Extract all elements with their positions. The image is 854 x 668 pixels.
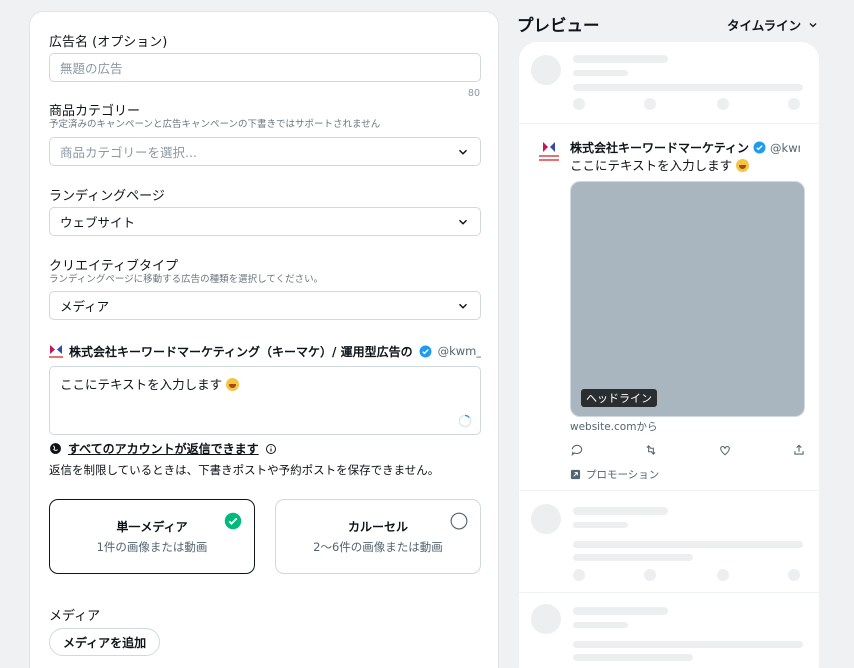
verified-badge-icon xyxy=(753,141,766,154)
account-logo xyxy=(49,343,63,359)
skeleton-line xyxy=(573,55,668,63)
single-media-desc: 1件の画像または動画 xyxy=(96,540,208,554)
carousel-option[interactable]: カルーセル 2〜6件の画像または動画 xyxy=(275,499,481,574)
add-media-button[interactable]: メディアを追加 xyxy=(49,628,161,656)
ad-form-panel: 広告名 (オプション) 無題の広告 80 商品カテゴリー 予定済みのキャンペーン… xyxy=(29,11,499,668)
skeleton-line xyxy=(573,84,803,91)
skeleton-line xyxy=(573,554,693,561)
skeleton-dot xyxy=(717,569,729,581)
media-label: メディア xyxy=(49,609,101,624)
tweet-handle: @kwm xyxy=(770,140,800,155)
skeleton-avatar xyxy=(531,604,561,634)
share-icon[interactable] xyxy=(792,443,806,457)
creative-select[interactable]: メディア xyxy=(49,291,481,320)
account-name: 株式会社キーワードマーケティング（キーマケ）/ 運用型広告の xyxy=(69,344,413,359)
info-icon[interactable] xyxy=(265,443,277,455)
retweet-icon[interactable] xyxy=(644,443,658,457)
promoted-icon xyxy=(570,469,581,480)
promotion-label: プロモーション xyxy=(570,467,659,482)
reply-setting-link[interactable]: すべてのアカウントが返信できます xyxy=(68,440,259,457)
reply-icon[interactable] xyxy=(570,443,584,457)
tweet-avatar-logo xyxy=(538,142,560,166)
tweet-actions xyxy=(570,443,806,457)
single-media-title: 単一メディア xyxy=(116,520,188,534)
chevron-down-icon xyxy=(458,303,468,309)
landing-label: ランディングページ xyxy=(49,189,165,204)
single-media-option[interactable]: 単一メディア 1件の画像または動画 xyxy=(49,499,255,574)
skeleton-line xyxy=(573,654,693,661)
tweet-text-value: ここにテキストを入力します xyxy=(60,377,223,392)
skeleton-line xyxy=(573,607,668,615)
ad-name-counter: 80 xyxy=(467,88,480,99)
carousel-desc: 2〜6件の画像または動画 xyxy=(313,540,443,554)
tweet-text: ここにテキストを入力します xyxy=(570,155,750,174)
ad-name-input[interactable]: 無題の広告 xyxy=(49,53,481,82)
smile-emoji-icon xyxy=(226,378,240,391)
skeleton-line xyxy=(573,70,628,76)
carousel-title: カルーセル xyxy=(347,520,408,534)
account-row: 株式会社キーワードマーケティング（キーマケ）/ 運用型広告の @kwm_co xyxy=(49,341,481,361)
char-count-ring-icon xyxy=(458,414,472,428)
divider xyxy=(519,490,819,491)
skeleton-dot xyxy=(788,569,800,581)
preview-view-value: タイムライン xyxy=(727,18,802,33)
tweet-media-placeholder: ヘッドライン xyxy=(570,181,805,417)
skeleton-avatar xyxy=(531,55,561,85)
skeleton-line xyxy=(573,522,628,528)
globe-icon xyxy=(50,443,61,454)
landing-value: ウェブサイト xyxy=(60,215,136,230)
divider xyxy=(519,123,819,124)
tweet-text-value: ここにテキストを入力します xyxy=(570,158,733,173)
category-placeholder: 商品カテゴリーを選択... xyxy=(60,145,197,160)
check-circle-icon xyxy=(224,512,242,530)
chevron-down-icon xyxy=(809,22,817,27)
verified-badge-icon xyxy=(419,345,432,357)
creative-sublabel: ランディングページに移動する広告の種類を選択してください。 xyxy=(49,274,324,285)
skeleton-dot xyxy=(573,98,585,110)
divider xyxy=(519,592,819,593)
ad-name-label: 広告名 (オプション) xyxy=(49,35,168,50)
headline-badge: ヘッドライン xyxy=(581,389,657,407)
radio-empty-icon xyxy=(450,512,468,530)
preview-phone: 株式会社キーワードマーケティン @kwm ここにテキストを入力します ヘッドライ… xyxy=(519,42,819,668)
skeleton-dot xyxy=(788,98,800,110)
chevron-down-icon xyxy=(458,149,468,155)
preview-view-select[interactable]: タイムライン xyxy=(727,15,819,34)
tweet-account-name: 株式会社キーワードマーケティン xyxy=(570,141,750,155)
smile-emoji-icon xyxy=(736,159,750,172)
reply-note: 返信を制限しているときは、下書きポストや予約ポストを保存できません。 xyxy=(49,463,440,477)
tweet-url: website.comから xyxy=(570,421,658,433)
skeleton-line xyxy=(573,641,803,648)
skeleton-dot xyxy=(644,98,656,110)
like-icon[interactable] xyxy=(718,443,732,457)
landing-select[interactable]: ウェブサイト xyxy=(49,207,481,236)
account-handle: @kwm_co xyxy=(437,344,481,358)
creative-value: メディア xyxy=(60,299,110,314)
category-select[interactable]: 商品カテゴリーを選択... xyxy=(49,137,481,166)
skeleton-line xyxy=(573,622,628,628)
ad-name-placeholder: 無題の広告 xyxy=(60,61,123,76)
skeleton-avatar xyxy=(531,504,561,534)
skeleton-line xyxy=(573,541,803,548)
skeleton-dot xyxy=(573,569,585,581)
chevron-down-icon xyxy=(458,219,468,225)
promotion-text: プロモーション xyxy=(586,469,660,481)
category-sublabel: 予定済みのキャンペーンと広告キャンペーンの下書きではサポートされません xyxy=(49,119,381,130)
tweet-header: 株式会社キーワードマーケティン @kwm xyxy=(570,139,800,156)
skeleton-dot xyxy=(717,98,729,110)
reply-setting[interactable]: すべてのアカウントが返信できます xyxy=(49,440,277,457)
preview-title: プレビュー xyxy=(517,16,600,35)
tweet-text-input[interactable]: ここにテキストを入力します xyxy=(49,366,481,435)
skeleton-dot xyxy=(644,569,656,581)
skeleton-line xyxy=(573,507,668,515)
